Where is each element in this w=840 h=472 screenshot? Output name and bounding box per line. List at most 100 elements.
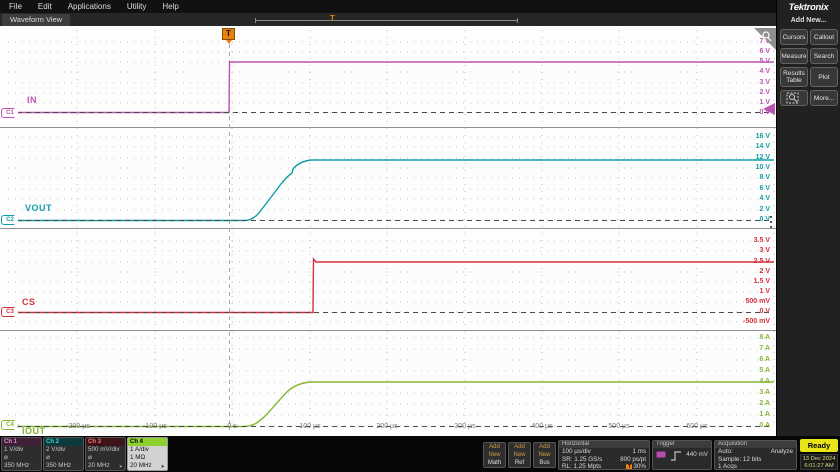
pointer-icon: ➤ — [117, 462, 125, 470]
ch2-scale-label: 0 V — [759, 216, 770, 223]
ch3-bandwidth: 20 MHz ➤ — [88, 462, 125, 470]
ch2-scale-label: 16 V — [755, 133, 770, 140]
menu-edit[interactable]: Edit — [38, 2, 52, 11]
ch4-name-label: IOUT — [22, 426, 46, 436]
ready-status-badge: Ready — [800, 439, 838, 452]
ch2-badge-title: Ch 2 — [44, 438, 83, 446]
search-button[interactable]: Search — [810, 48, 838, 64]
ch4-scale: 1 A/div — [130, 446, 149, 453]
plot-button[interactable]: Plot — [810, 67, 838, 87]
date-value: 13 Dec 2024 — [802, 456, 836, 462]
time-label: 500 µs — [608, 423, 630, 430]
ch4-bandwidth: 20 MHz ➤ — [130, 462, 167, 470]
ch3-name-label: CS — [22, 297, 36, 307]
menu-help[interactable]: Help — [162, 2, 178, 11]
add-new-heading: Add New... — [790, 17, 827, 24]
trigger-flag[interactable]: T — [222, 28, 235, 40]
trace-ch2-vout — [8, 159, 774, 222]
ch2-scale-label: 8 V — [759, 174, 770, 181]
ch3-scale-label: 500 mV — [745, 298, 770, 305]
horizontal-badge[interactable]: Horizontal 100 µs/div 1 ms SR: 1.25 GS/s 8… — [558, 440, 650, 470]
add-new-bus-button[interactable]: Add New Bus — [533, 442, 556, 468]
ch2-scale-label: 12 V — [755, 154, 770, 161]
results-table-button[interactable]: Results Table — [780, 67, 808, 87]
time-label: 300 µs — [454, 423, 476, 430]
datetime-display: 13 Dec 2024 6:01:27 AM — [800, 454, 838, 470]
magnifier-icon — [762, 31, 772, 42]
ch4-scale-label: 5 A — [759, 367, 770, 374]
ch2-name-label: VOUT — [25, 203, 53, 213]
ch1-badge[interactable]: Ch 1 1 V/div ⌀ 350 MHz — [1, 437, 42, 471]
footer-bar: Ch 1 1 V/div ⌀ 350 MHz Ch 2 2 V/div ⌀ 35… — [0, 436, 840, 472]
ch4-badge-selected[interactable]: Ch 4 1 A/div 1 MΩ 20 MHz ➤ — [127, 437, 168, 471]
menu-applications[interactable]: Applications — [68, 2, 111, 11]
ch1-scale-label: 0 V — [759, 109, 770, 116]
trigger-position-value: T 30% — [626, 463, 646, 470]
ch2-badge[interactable]: Ch 2 2 V/div ⌀ 350 MHz — [43, 437, 84, 471]
resolution: 800 ps/pt — [620, 455, 646, 463]
trigger-flag-stem — [226, 40, 232, 44]
time-label: -200 µs — [66, 423, 90, 430]
ch2-scale-label: 10 V — [755, 164, 770, 171]
band-resize-handle[interactable] — [770, 216, 772, 228]
probe-icon: ⌀ — [46, 454, 50, 461]
horizontal-position-indicator[interactable]: T — [255, 15, 518, 23]
time-value: 6:01:27 AM — [804, 463, 834, 469]
ch3-badge-title: Ch 3 — [86, 438, 125, 446]
menu-utility[interactable]: Utility — [127, 2, 147, 11]
horizontal-scale: 100 µs/div — [562, 448, 591, 455]
ch3-scale-label: 3.5 V — [753, 237, 770, 244]
sample-rate: SR: 1.25 GS/s — [562, 455, 603, 463]
waveform-graticule[interactable]: 7 V 6 V 5 V 4 V 3 V 2 V 1 V 0 V 16 V 14 … — [0, 26, 776, 436]
add-new-ref-button[interactable]: Add New Ref — [508, 442, 531, 468]
acq-sample-bits: Sample: 12 bits — [718, 455, 762, 463]
record-length: RL: 1.25 Mpts — [562, 463, 602, 470]
time-label: 100 µs — [299, 423, 321, 430]
time-label: -100 µs — [143, 423, 167, 430]
trigger-position-icon: T — [626, 464, 633, 470]
menu-file[interactable]: File — [9, 2, 22, 11]
ch4-scale-label: 0 A — [759, 422, 770, 429]
trace-ch3-cs — [8, 257, 774, 314]
acq-analyze-link[interactable]: Analyze — [771, 448, 793, 456]
ch2-bandwidth: 350 MHz — [46, 462, 72, 469]
trace-ch1-in — [8, 61, 774, 114]
acquisition-badge-title: Acquisition — [715, 441, 796, 448]
side-panel: Tektronix Add New... Cursors Callout Mea… — [776, 0, 840, 436]
ch2-scale-label: 2 V — [759, 206, 770, 213]
acquisition-badge[interactable]: Acquisition Auto: Analyze Sample: 12 bits… — [714, 440, 797, 470]
trigger-badge-title: Trigger — [653, 441, 711, 448]
ch1-scale-label: 3 V — [759, 79, 770, 86]
zoom-mode-button[interactable] — [780, 90, 808, 106]
tab-waveform-view[interactable]: Waveform View — [2, 14, 71, 26]
ch1-scale-label: 4 V — [759, 68, 770, 75]
trigger-position-marker[interactable]: T — [330, 15, 335, 23]
ch3-scale-label: -500 mV — [743, 318, 770, 325]
ch3-scale-label: 3 V — [759, 247, 770, 254]
trigger-badge[interactable]: Trigger 440 mV — [652, 440, 712, 470]
ch4-scale-label: 2 A — [759, 400, 770, 407]
ch4-scale-label: 8 A — [759, 334, 770, 341]
zoom-mode-icon — [786, 92, 799, 104]
ch3-scale-label: 2 V — [759, 268, 770, 275]
ch4-badge-title: Ch 4 — [128, 438, 167, 446]
add-new-math-button[interactable]: Add New Math — [483, 442, 506, 468]
ch1-name-label: IN — [27, 95, 37, 105]
cursors-button[interactable]: Cursors — [780, 29, 808, 45]
ch1-scale: 1 V/div — [4, 446, 24, 453]
ch3-badge[interactable]: Ch 3 500 mV/div ⌀ 20 MHz ➤ — [85, 437, 126, 471]
measure-button[interactable]: Measure — [780, 48, 808, 64]
grid-vertical — [76, 30, 775, 424]
grid-horizontal — [8, 41, 770, 427]
more-button[interactable]: More... — [810, 90, 838, 106]
waveform-canvas — [0, 28, 776, 430]
ch1-scale-label: 1 V — [759, 99, 770, 106]
ch3-scale-label: 2.5 V — [753, 258, 770, 265]
trigger-source-icon — [656, 451, 666, 458]
pointer-icon: ➤ — [159, 462, 167, 470]
ch3-scale-label: 1.5 V — [753, 278, 770, 285]
callout-button[interactable]: Callout — [810, 29, 838, 45]
probe-icon: ⌀ — [4, 454, 8, 461]
tektronix-logo: Tektronix — [788, 2, 829, 13]
acq-count: 1 Acqs — [718, 463, 737, 470]
